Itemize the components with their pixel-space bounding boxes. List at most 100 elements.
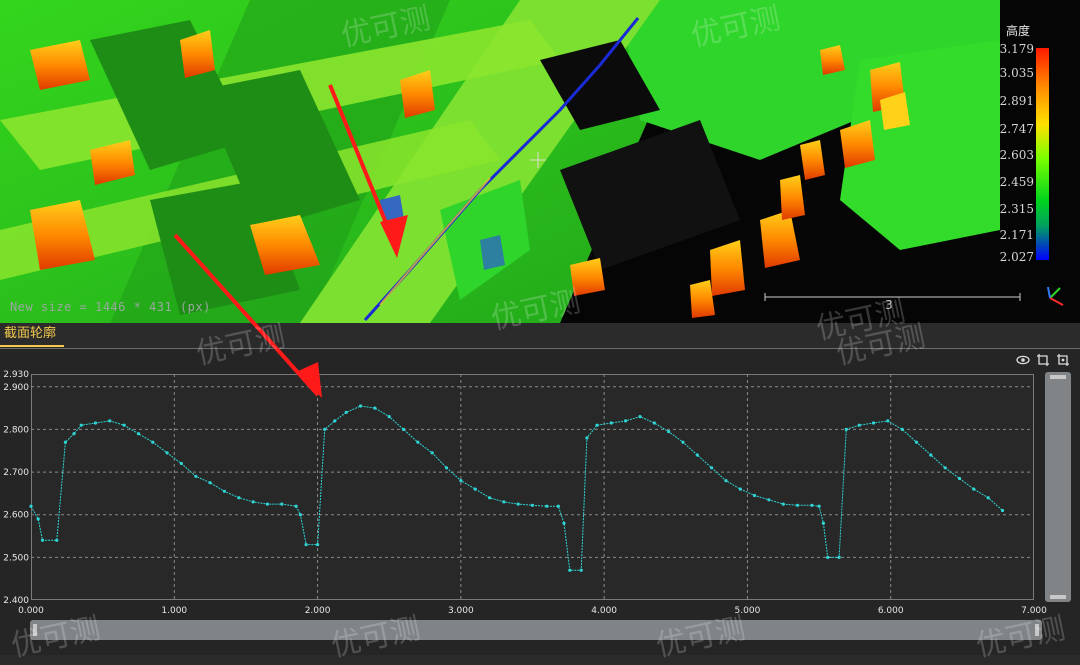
profile-data-point — [556, 504, 560, 508]
profile-data-point — [914, 440, 919, 444]
vertical-range-handle-bottom[interactable] — [1050, 595, 1066, 599]
vertical-range-handle-top[interactable] — [1050, 375, 1066, 379]
profile-data-point — [516, 502, 520, 506]
horizontal-range-handle-left[interactable] — [33, 624, 37, 636]
profile-data-point — [972, 487, 976, 491]
profile-data-point — [710, 466, 714, 470]
profile-data-point — [36, 517, 40, 521]
profile-data-point — [826, 555, 830, 560]
profile-data-point — [681, 440, 685, 444]
profile-data-point — [79, 423, 83, 427]
profile-data-point — [767, 498, 771, 502]
profile-data-point — [545, 504, 549, 508]
profile-data-point — [40, 538, 45, 542]
horizontal-range-handle-right[interactable] — [1035, 624, 1039, 636]
profile-data-point — [837, 555, 841, 560]
profile-data-point — [151, 440, 155, 444]
profile-data-point — [844, 427, 848, 431]
profile-data-point — [208, 481, 212, 485]
profile-data-point — [333, 419, 337, 423]
profile-data-point — [724, 479, 728, 483]
profile-data-point — [93, 421, 98, 425]
x-tick-label: 1.000 — [161, 606, 187, 616]
profile-data-point — [530, 503, 535, 507]
profile-data-point — [753, 493, 757, 498]
profile-data-point — [502, 500, 506, 504]
profile-data-point — [579, 568, 583, 572]
profile-data-point — [136, 432, 141, 436]
y-tick-label: 2.800 — [3, 425, 29, 435]
profile-data-point — [857, 423, 861, 427]
annotation-arrow-shaft — [173, 233, 320, 397]
profile-data-point — [373, 406, 377, 410]
y-tick-label: 2.930 — [3, 370, 29, 380]
profile-data-point — [817, 504, 821, 508]
y-tick-label: 2.400 — [3, 596, 29, 606]
y-tick-label: 2.600 — [3, 511, 29, 521]
profile-data-point — [473, 487, 477, 491]
x-tick-label: 4.000 — [591, 606, 617, 616]
profile-data-point — [609, 421, 613, 425]
profile-data-point — [585, 436, 589, 440]
profile-data-point — [359, 404, 363, 408]
profile-data-point — [781, 502, 785, 506]
y-tick-label: 2.500 — [3, 553, 29, 563]
profile-data-point — [265, 502, 269, 506]
x-tick-label: 5.000 — [735, 606, 761, 616]
profile-data-point — [1000, 508, 1005, 513]
profile-data-point — [237, 496, 241, 500]
profile-data-point — [222, 489, 226, 493]
profile-data-point — [298, 513, 302, 517]
profile-series-line — [30, 405, 1003, 571]
profile-data-point — [638, 415, 642, 419]
profile-data-point — [280, 502, 284, 506]
profile-data-point — [29, 504, 33, 508]
profile-data-point — [738, 487, 742, 491]
profile-data-point — [624, 419, 628, 423]
x-tick-label: 6.000 — [878, 606, 904, 616]
x-tick-label: 3.000 — [448, 606, 474, 616]
x-tick-label: 0.000 — [18, 606, 44, 616]
profile-data-point — [695, 453, 699, 457]
horizontal-range-scrollbar[interactable] — [30, 620, 1042, 640]
annotation-arrow-head — [296, 362, 322, 398]
profile-data-point — [316, 543, 320, 547]
profile-data-point — [108, 419, 112, 423]
profile-chart: 0.000 1.000 2.000 3.000 4.000 5.000 6.000 7.000… — [3, 233, 1047, 616]
profile-data-point — [165, 451, 169, 455]
profile-data-point — [568, 568, 572, 572]
profile-data-point — [401, 427, 406, 431]
profile-data-point — [194, 474, 198, 478]
profile-data-point — [943, 466, 947, 470]
profile-data-point — [251, 500, 255, 504]
profile-data-point — [886, 419, 890, 423]
profile-data-point — [416, 440, 420, 444]
profile-data-point — [323, 427, 327, 431]
profile-data-point — [179, 461, 183, 466]
profile-data-point — [344, 410, 348, 414]
profile-data-point — [595, 423, 599, 427]
profile-data-point — [444, 466, 449, 470]
x-tick-label: 7.000 — [1021, 606, 1047, 616]
profile-data-point — [294, 504, 298, 508]
profile-data-point — [55, 538, 59, 542]
vertical-range-scrollbar[interactable] — [1045, 372, 1071, 602]
profile-data-point — [652, 421, 656, 425]
profile-data-point — [929, 453, 933, 457]
profile-data-point — [667, 430, 671, 434]
profile-data-point — [900, 427, 904, 431]
y-tick-label: 2.700 — [3, 468, 29, 478]
profile-data-point — [986, 496, 990, 500]
profile-data-point — [122, 423, 126, 427]
y-tick-label: 2.900 — [3, 383, 29, 393]
profile-data-point — [487, 496, 492, 500]
profile-data-point — [562, 521, 566, 525]
profile-data-point — [957, 476, 962, 481]
profile-data-point — [796, 503, 800, 507]
profile-data-point — [430, 451, 434, 455]
profile-data-point — [304, 543, 308, 547]
profile-data-point — [459, 479, 463, 483]
profile-data-point — [387, 415, 391, 419]
profile-data-point — [63, 440, 67, 444]
profile-data-point — [810, 503, 814, 507]
